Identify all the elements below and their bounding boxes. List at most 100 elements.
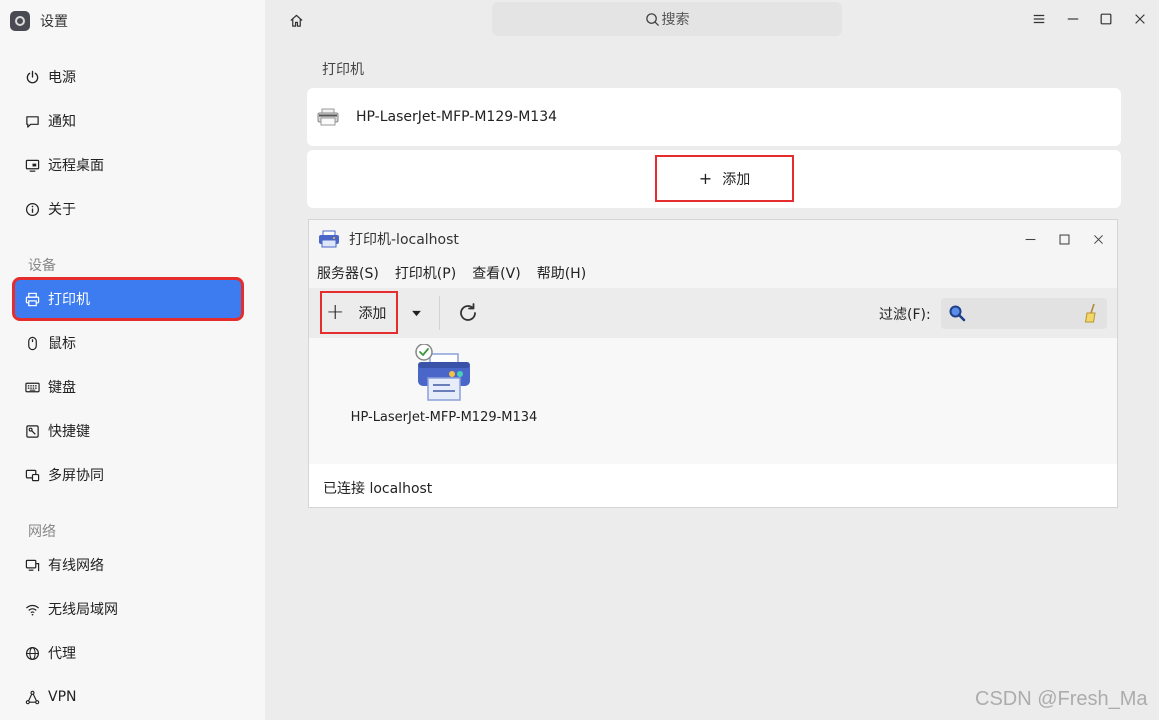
sidebar-item-label: 关于 xyxy=(48,202,76,218)
close-button[interactable] xyxy=(1130,9,1150,29)
sidebar-item-shortcuts[interactable]: 快捷键 xyxy=(14,411,242,451)
mouse-icon xyxy=(24,335,40,351)
menu-button[interactable] xyxy=(1029,9,1049,29)
filter-input[interactable] xyxy=(941,298,1107,329)
add-printer-row: + 添加 xyxy=(307,150,1121,208)
search-input[interactable]: 搜索 xyxy=(492,2,842,36)
sidebar-item-keyboard[interactable]: 键盘 xyxy=(14,367,242,407)
printer-icon xyxy=(24,291,40,307)
dialog-minimize-button[interactable] xyxy=(1020,229,1040,249)
page-title: 打印机 xyxy=(322,62,364,78)
sidebar-item-label: 鼠标 xyxy=(48,336,76,352)
close-icon xyxy=(1093,234,1103,244)
sidebar-item-mouse[interactable]: 鼠标 xyxy=(14,323,242,363)
dropdown-arrow-icon xyxy=(411,310,421,316)
sidebar-item-multiscreen[interactable]: 多屏协同 xyxy=(14,455,242,495)
sidebar-item-wifi[interactable]: 无线局域网 xyxy=(14,589,242,629)
sidebar-item-label: 远程桌面 xyxy=(48,158,104,174)
sidebar: 设置 电源 通知 远程桌面 关于 设备 打印机 鼠标 键盘 快捷键 多屏协同 网… xyxy=(0,0,265,720)
maximize-icon xyxy=(1100,13,1112,25)
sidebar-item-power[interactable]: 电源 xyxy=(14,57,242,97)
remote-desktop-icon xyxy=(24,157,40,173)
maximize-button[interactable] xyxy=(1096,9,1116,29)
dialog-titlebar: 打印机-localhost xyxy=(309,220,1117,258)
proxy-icon xyxy=(24,645,40,661)
sidebar-item-proxy[interactable]: 代理 xyxy=(14,633,242,673)
minimize-icon xyxy=(1025,238,1035,240)
dialog-toolbar: + 添加 过滤(F): xyxy=(309,288,1117,338)
printer-icon xyxy=(415,344,470,401)
printer-list-item[interactable]: HP-LaserJet-MFP-M129-M134 xyxy=(307,88,1121,146)
refresh-icon xyxy=(460,303,476,321)
sidebar-item-remote-desktop[interactable]: 远程桌面 xyxy=(14,145,242,185)
sidebar-item-about[interactable]: 关于 xyxy=(14,189,242,229)
dialog-maximize-button[interactable] xyxy=(1054,229,1074,249)
section-network: 网络 xyxy=(28,524,56,540)
search-icon xyxy=(949,305,966,322)
add-dropdown-button[interactable] xyxy=(409,303,423,323)
settings-app-icon xyxy=(10,11,30,31)
minimize-button[interactable] xyxy=(1063,9,1083,29)
sidebar-item-label: 多屏协同 xyxy=(48,468,104,484)
toolbar-add-label: 添加 xyxy=(358,305,387,322)
shortcut-icon xyxy=(24,423,40,439)
sidebar-item-label: 通知 xyxy=(48,114,76,130)
home-button[interactable] xyxy=(286,10,306,30)
toolbar-divider xyxy=(439,296,440,330)
section-devices: 设备 xyxy=(28,258,56,274)
filter-label: 过滤(F): xyxy=(879,307,931,323)
wired-network-icon xyxy=(24,557,40,573)
default-check-icon xyxy=(415,344,433,361)
add-printer-button[interactable]: + 添加 xyxy=(655,155,794,202)
dialog-title: 打印机-localhost xyxy=(349,232,459,248)
sidebar-item-printer[interactable]: 打印机 xyxy=(12,277,244,321)
clear-broom-icon[interactable] xyxy=(1082,303,1100,323)
vpn-icon xyxy=(24,689,40,705)
sidebar-item-label: 有线网络 xyxy=(48,558,104,574)
multiscreen-icon xyxy=(24,467,40,483)
plus-icon: + xyxy=(326,299,345,325)
sidebar-item-label: 键盘 xyxy=(48,380,76,396)
sidebar-item-wired-network[interactable]: 有线网络 xyxy=(14,545,242,585)
home-icon xyxy=(289,14,303,27)
printer-tile-label: HP-LaserJet-MFP-M129-M134 xyxy=(350,410,538,425)
add-printer-label: 添加 xyxy=(722,171,751,188)
dialog-menubar: 服务器(S) 打印机(P) 查看(V) 帮助(H) xyxy=(309,258,1117,288)
sidebar-item-label: 快捷键 xyxy=(48,424,90,440)
connection-status: 已连接 localhost xyxy=(323,481,433,497)
sidebar-item-notification[interactable]: 通知 xyxy=(14,101,242,141)
plus-icon: + xyxy=(698,169,713,188)
menu-help[interactable]: 帮助(H) xyxy=(537,263,586,283)
wifi-icon xyxy=(24,601,40,617)
message-icon xyxy=(24,113,40,129)
sidebar-item-label: 代理 xyxy=(48,646,76,662)
menu-server[interactable]: 服务器(S) xyxy=(317,263,379,283)
menu-printer[interactable]: 打印机(P) xyxy=(395,263,456,283)
maximize-icon xyxy=(1059,234,1069,244)
hamburger-icon xyxy=(1033,14,1045,24)
printer-name: HP-LaserJet-MFP-M129-M134 xyxy=(356,109,558,125)
sidebar-item-label: 无线局域网 xyxy=(48,602,118,618)
printer-app-icon xyxy=(319,230,339,248)
menu-view[interactable]: 查看(V) xyxy=(472,263,521,283)
search-placeholder: 搜索 xyxy=(661,12,690,28)
sidebar-item-label: VPN xyxy=(48,689,77,705)
dialog-close-button[interactable] xyxy=(1088,229,1108,249)
search-icon xyxy=(645,12,660,27)
toolbar-add-button[interactable]: + 添加 xyxy=(320,291,398,334)
close-icon xyxy=(1135,14,1145,24)
info-icon xyxy=(24,201,40,217)
watermark: CSDN @Fresh_Ma xyxy=(975,688,1148,710)
refresh-button[interactable] xyxy=(455,300,481,326)
sidebar-item-vpn[interactable]: VPN xyxy=(14,677,242,717)
app-title: 设置 xyxy=(10,10,68,32)
keyboard-icon xyxy=(24,379,40,395)
power-icon xyxy=(24,69,40,85)
printer-device-icon xyxy=(317,108,339,126)
app-title-text: 设置 xyxy=(40,14,68,30)
sidebar-item-label: 电源 xyxy=(48,70,76,86)
printer-tile[interactable]: HP-LaserJet-MFP-M129-M134 xyxy=(349,344,539,425)
sidebar-item-label: 打印机 xyxy=(48,292,90,308)
printer-manager-window: 打印机-localhost 服务器(S) 打印机(P) 查看(V) 帮助(H) … xyxy=(308,219,1118,508)
printer-icon-view: HP-LaserJet-MFP-M129-M134 xyxy=(309,338,1117,464)
